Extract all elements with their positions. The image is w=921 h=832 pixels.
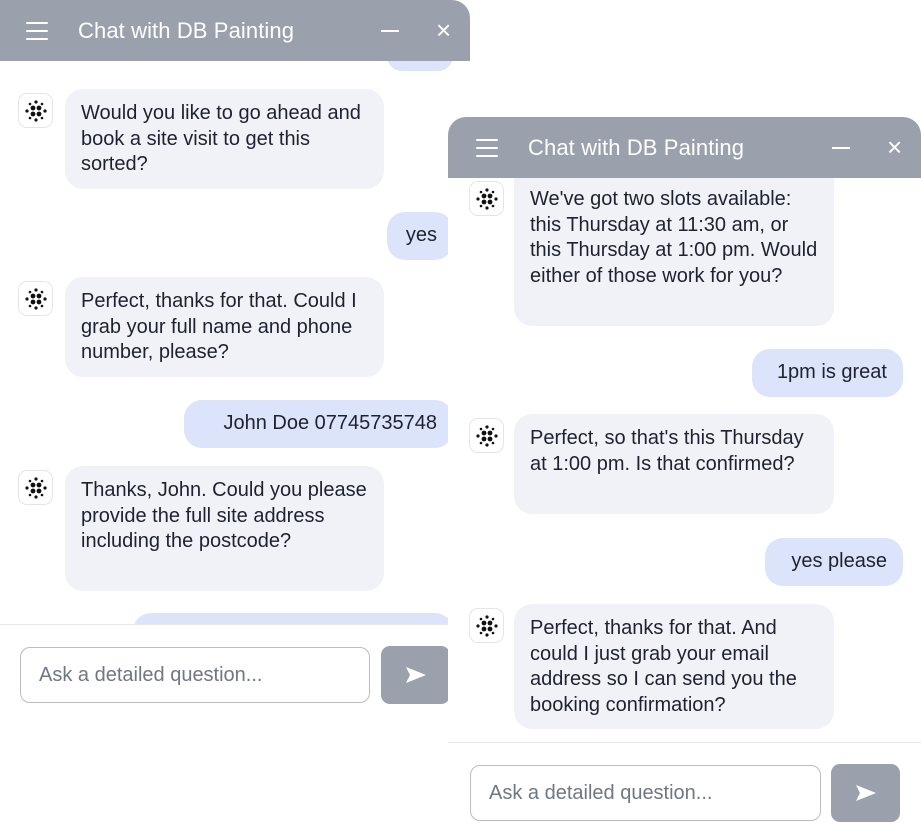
bot-message: We've got two slots available: this Thur… [514, 178, 834, 326]
composer-divider [0, 624, 470, 625]
user-message-partial [133, 613, 453, 624]
user-message: yes please [765, 538, 903, 586]
user-message: 1pm is great [752, 349, 903, 397]
chat-window-right: Chat with DB Painting × We've got two sl… [448, 117, 921, 832]
bot-avatar-icon [470, 419, 503, 452]
bot-avatar-icon [470, 609, 503, 642]
bot-message: Perfect, thanks for that. And could I ju… [514, 604, 834, 729]
chat-title: Chat with DB Painting [78, 17, 295, 43]
minimize-button[interactable] [381, 30, 399, 32]
send-button[interactable] [831, 764, 900, 822]
chat-window-left: Chat with DB Painting × Would you like t… [0, 0, 470, 832]
user-message: yes [387, 212, 453, 260]
bot-avatar-icon [19, 282, 52, 315]
message-input-placeholder: Ask a detailed question... [489, 781, 713, 804]
bot-message: Would you like to go ahead and book a si… [65, 89, 384, 189]
chat-header: Chat with DB Painting × [448, 117, 921, 178]
message-input[interactable]: Ask a detailed question... [20, 647, 370, 703]
message-input-placeholder: Ask a detailed question... [39, 663, 263, 686]
close-button[interactable]: × [436, 16, 451, 44]
message-list[interactable]: Would you like to go ahead and book a si… [0, 61, 470, 624]
minimize-button[interactable] [832, 147, 850, 149]
message-list[interactable]: We've got two slots available: this Thur… [448, 178, 921, 742]
bot-avatar-icon [19, 94, 52, 127]
bot-avatar-icon [19, 471, 52, 504]
bot-message: Thanks, John. Could you please provide t… [65, 466, 384, 591]
send-arrow-icon [405, 667, 426, 683]
user-message: John Doe 07745735748 [184, 400, 453, 448]
menu-icon[interactable] [476, 138, 498, 157]
bot-message: Perfect, so that's this Thursday at 1:00… [514, 414, 834, 514]
send-button[interactable] [381, 646, 450, 704]
bot-avatar-icon [470, 182, 503, 215]
user-message-partial [387, 61, 453, 71]
menu-icon[interactable] [26, 21, 48, 40]
bot-message: Perfect, thanks for that. Could I grab y… [65, 277, 384, 377]
chat-header: Chat with DB Painting × [0, 0, 470, 61]
send-arrow-icon [855, 785, 876, 801]
message-input[interactable]: Ask a detailed question... [470, 765, 821, 821]
chat-title: Chat with DB Painting [528, 134, 745, 160]
composer-divider [448, 742, 921, 743]
close-button[interactable]: × [887, 133, 902, 161]
